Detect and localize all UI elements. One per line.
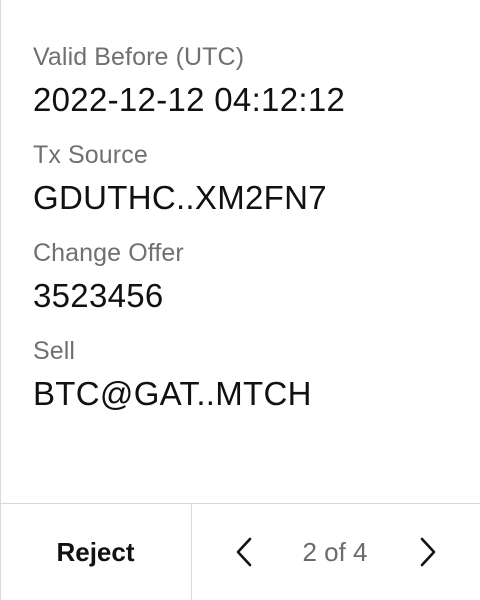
field-change-offer: Change Offer 3523456 bbox=[33, 236, 463, 318]
field-label: Change Offer bbox=[33, 239, 184, 267]
field-valid-before: Valid Before (UTC) 2022-12-12 04:12:12 bbox=[33, 40, 463, 122]
field-value: 2022-12-12 04:12:12 bbox=[33, 81, 346, 118]
chevron-left-icon[interactable] bbox=[232, 536, 258, 568]
field-label: Valid Before (UTC) bbox=[33, 43, 245, 71]
field-tx-source: Tx Source GDUTHC..XM2FN7 bbox=[33, 138, 463, 220]
reject-button[interactable]: Reject bbox=[0, 504, 192, 600]
footer-bar: Reject 2 of 4 bbox=[0, 503, 480, 600]
page-indicator: 2 of 4 bbox=[302, 537, 368, 567]
chevron-right-icon[interactable] bbox=[414, 536, 440, 568]
transaction-details: Valid Before (UTC) 2022-12-12 04:12:12 T… bbox=[33, 40, 463, 416]
transaction-review-screen: Valid Before (UTC) 2022-12-12 04:12:12 T… bbox=[0, 0, 480, 600]
field-value: BTC@GAT..MTCH bbox=[33, 375, 312, 412]
field-sell: Sell BTC@GAT..MTCH bbox=[33, 334, 463, 416]
field-label: Tx Source bbox=[33, 141, 148, 169]
field-value: 3523456 bbox=[33, 277, 164, 314]
field-value: GDUTHC..XM2FN7 bbox=[33, 179, 327, 216]
field-label: Sell bbox=[33, 337, 76, 365]
pagination: 2 of 4 bbox=[192, 504, 480, 600]
